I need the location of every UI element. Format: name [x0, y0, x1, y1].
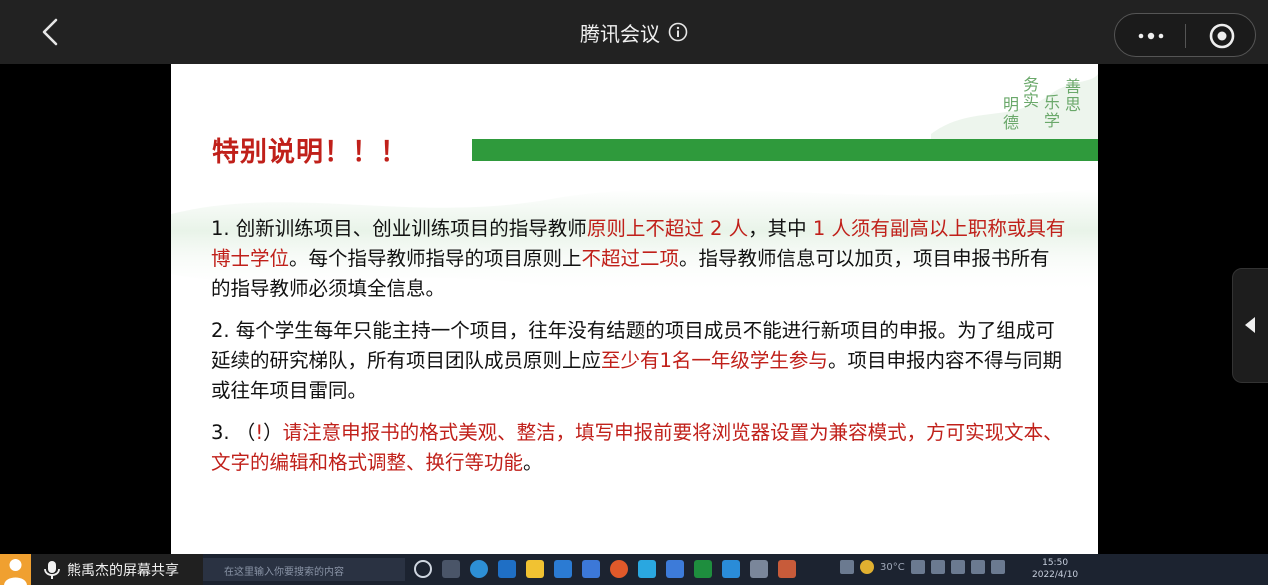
weather-icon[interactable] [860, 560, 874, 574]
title-area: 腾讯会议 [0, 0, 1268, 64]
clock-time: 15:50 [1042, 558, 1069, 568]
app-icon[interactable] [750, 560, 768, 578]
clock-date: 2022/4/10 [1032, 570, 1079, 580]
note-highlight: 至少有1名一年级学生参与 [601, 349, 828, 372]
app-icon[interactable] [666, 560, 684, 578]
browser-icon[interactable] [470, 560, 488, 578]
note-highlight: 请注意申报书的格式美观、整洁，填写申报前要将浏览器设置为兼容模式，方可实现文本、… [211, 421, 1063, 474]
top-bar: 腾讯会议 [0, 0, 1268, 64]
ime-icon[interactable] [990, 560, 1005, 574]
network-icon[interactable] [950, 560, 965, 574]
capsule-divider [1185, 24, 1186, 48]
window-icon[interactable] [442, 560, 460, 578]
screen-share-label: 熊禹杰的屏幕共享 [67, 562, 179, 579]
taskbar-search-placeholder: 在这里输入你要搜索的内容 [224, 567, 344, 578]
note-text: ，其中 [748, 217, 813, 240]
note-text: ） [263, 421, 283, 444]
chevron-up-icon[interactable] [910, 560, 925, 574]
app-icon[interactable] [638, 560, 656, 578]
heading-green-bar [472, 139, 1098, 161]
weather-temperature: 30°C [880, 561, 905, 573]
note-highlight: 不超过二项 [581, 247, 680, 270]
note-text: 3. （ [211, 421, 256, 444]
slide-heading: 特别说明！！！ [212, 137, 408, 168]
more-options-icon[interactable] [1135, 26, 1167, 46]
note-text: 。每个指导教师指导的项目原则上 [289, 247, 582, 270]
screen-share-indicator: 熊禹杰的屏幕共享 [0, 554, 203, 585]
shared-slide: 务 实 善 思 明 德 乐 学 特别说明！！！ 1. 创新训练项目、创业训练项目… [171, 64, 1098, 554]
chrome-icon[interactable] [610, 560, 628, 578]
close-miniprogram-icon[interactable] [1208, 22, 1236, 50]
meeting-icon[interactable] [722, 560, 740, 578]
app-title: 腾讯会议 [580, 21, 660, 46]
app-icon[interactable] [498, 560, 516, 578]
school-motto: 务 实 善 思 明 德 乐 学 [1003, 76, 1091, 138]
excel-icon[interactable] [694, 560, 712, 578]
mail-icon[interactable] [554, 560, 572, 578]
note-text: 1. 创新训练项目、创业训练项目的指导教师 [211, 217, 587, 240]
app-tray-icon[interactable] [930, 560, 945, 574]
slide-body: 1. 创新训练项目、创业训练项目的指导教师原则上不超过 2 人，其中 1 人须有… [211, 214, 1066, 490]
motto-char: 明 [1003, 95, 1020, 114]
menu-capsule [1114, 13, 1256, 57]
motto-char: 学 [1044, 111, 1061, 130]
microphone-icon[interactable] [41, 559, 63, 581]
note-item-1: 1. 创新训练项目、创业训练项目的指导教师原则上不超过 2 人，其中 1 人须有… [211, 214, 1066, 304]
motto-char: 乐 [1044, 93, 1061, 112]
note-item-2: 2. 每个学生每年只能主持一个项目，往年没有结题的项目成员不能进行新项目的申报。… [211, 316, 1066, 406]
side-panel-handle[interactable] [1232, 268, 1268, 383]
motto-char: 德 [1003, 113, 1020, 132]
note-text: 。 [523, 451, 543, 474]
battery-icon[interactable] [840, 560, 854, 574]
caret-left-icon [1245, 317, 1255, 333]
info-icon[interactable] [668, 22, 688, 42]
motto-char: 思 [1065, 95, 1082, 114]
volume-icon[interactable] [970, 560, 985, 574]
clock[interactable]: 15:50 2022/4/10 [1032, 557, 1078, 581]
avatar [0, 554, 31, 585]
app-icon[interactable] [778, 560, 796, 578]
user-icon [4, 559, 27, 585]
note-highlight: ! [255, 421, 264, 444]
store-icon[interactable] [582, 560, 600, 578]
task-view-icon[interactable] [414, 560, 432, 578]
motto-char: 善 [1065, 77, 1082, 96]
motto-char: 实 [1023, 91, 1040, 110]
note-highlight: 原则上不超过 2 人 [586, 217, 749, 240]
system-tray: 30°C [840, 560, 1005, 574]
taskbar-search-box[interactable]: 在这里输入你要搜索的内容 [200, 558, 405, 581]
note-item-3: 3. （!）请注意申报书的格式美观、整洁，填写申报前要将浏览器设置为兼容模式，方… [211, 418, 1066, 478]
folder-icon[interactable] [526, 560, 544, 578]
taskbar-apps [414, 560, 796, 578]
